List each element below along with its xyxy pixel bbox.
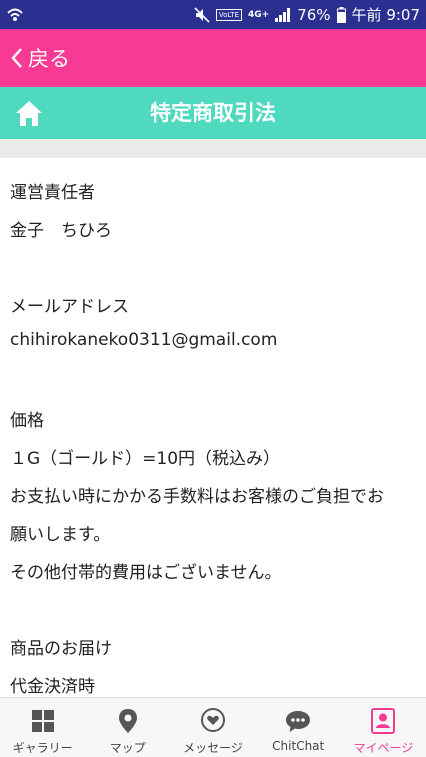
nav-mypage[interactable]: マイページ — [341, 698, 426, 757]
nav-mypage-label: マイページ — [353, 741, 414, 755]
label-price: 価格 — [10, 411, 44, 431]
value-manager: 金子 ちひろ — [10, 221, 112, 241]
value-delivery: 代金決済時 — [10, 677, 95, 697]
value-fee-line1: お支払い時にかかる手数料はお客様のご負担でお — [10, 487, 384, 507]
bottom-nav: ギャラリー マップ メッセージ ChitChat マイページ — [0, 697, 426, 757]
wifi-calling-icon — [7, 8, 23, 21]
nav-gallery[interactable]: ギャラリー — [0, 698, 85, 757]
clock: 午前 9:07 — [351, 6, 420, 24]
network-label: 4G+ — [248, 9, 270, 20]
back-label: 戻る — [28, 47, 70, 71]
nav-message-label: メッセージ — [183, 741, 243, 755]
page-title: 特定商取引法 — [150, 101, 276, 125]
heart-bubble-icon — [201, 708, 225, 732]
nav-chitchat[interactable]: ChitChat — [256, 698, 341, 757]
nav-chitchat-label: ChitChat — [272, 739, 325, 753]
label-manager: 運営責任者 — [10, 183, 95, 203]
nav-map[interactable]: マップ — [85, 698, 170, 757]
profile-icon — [371, 708, 396, 734]
signal-icon — [275, 7, 291, 22]
chat-bubble-icon — [286, 711, 311, 732]
battery-percent: 76% — [297, 5, 331, 24]
mute-icon — [194, 6, 210, 23]
status-bar: VoLTE 4G+ 76% 午前 9:07 — [0, 0, 426, 29]
value-email: chihirokaneko0311@gmail.com — [10, 330, 278, 350]
grid-icon — [31, 710, 54, 732]
volte-badge: VoLTE — [215, 8, 242, 21]
map-pin-icon — [118, 709, 137, 733]
value-other-costs: その他付帯的費用はございません。 — [10, 563, 282, 583]
nav-map-label: マップ — [109, 741, 146, 755]
value-price: １G（ゴールド）=10円（税込み） — [10, 449, 281, 469]
label-email: メールアドレス — [10, 297, 129, 317]
value-fee-line2: 願いします。 — [10, 525, 111, 545]
battery-icon — [336, 6, 346, 23]
title-bar: 特定商取引法 — [0, 87, 426, 139]
nav-gallery-label: ギャラリー — [12, 741, 73, 755]
label-delivery: 商品のお届け — [10, 639, 112, 659]
chevron-left-icon — [11, 48, 22, 68]
section-divider — [0, 139, 426, 158]
back-button[interactable]: 戻る — [10, 29, 70, 87]
app-header: 戻る — [0, 29, 426, 87]
nav-message[interactable]: メッセージ — [170, 698, 255, 757]
